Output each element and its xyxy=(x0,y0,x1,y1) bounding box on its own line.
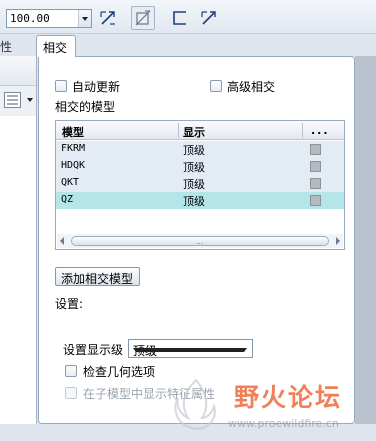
cell-model: QKT xyxy=(61,177,80,188)
cell-model: HDQK xyxy=(61,160,86,171)
color-swatch-icon[interactable] xyxy=(310,161,321,172)
scroll-right-icon[interactable] xyxy=(336,237,340,245)
column-header-display[interactable]: 显示 xyxy=(183,124,205,140)
column-header-more[interactable]: ... xyxy=(311,124,330,137)
table-row-selected[interactable]: QZ 顶级 xyxy=(56,192,344,209)
list-view-icon[interactable] xyxy=(4,92,24,111)
check-geometry-checkbox[interactable] xyxy=(65,365,77,377)
cell-model: FKRM xyxy=(61,143,86,154)
toolbar: 100.00 xyxy=(0,0,376,34)
show-in-submodel-checkbox[interactable] xyxy=(65,387,77,399)
column-header-model[interactable]: 模型 xyxy=(62,124,84,140)
tab-intersect[interactable]: 相交 xyxy=(36,35,76,57)
zoom-value-combobox[interactable]: 100.00 xyxy=(6,9,92,28)
table-row[interactable]: HDQK 顶级 xyxy=(56,158,344,175)
intersect-panel: 自动更新 高级相交 相交的模型 模型 显示 ... FKRM 顶级 HDQK 顶… xyxy=(38,56,355,424)
tab-intersect-label: 相交 xyxy=(43,41,68,55)
left-panel xyxy=(0,56,37,441)
corner-bracket-icon[interactable] xyxy=(170,8,190,28)
left-panel-toolbar xyxy=(0,56,36,86)
chevron-down-icon[interactable] xyxy=(27,98,33,102)
auto-update-checkbox[interactable] xyxy=(55,80,67,92)
scale-dimension-icon[interactable] xyxy=(98,8,118,28)
display-level-dropdown[interactable]: 顶级 xyxy=(128,339,253,358)
column-divider xyxy=(178,123,179,138)
cell-display[interactable]: 顶级 xyxy=(183,193,205,209)
cell-display[interactable]: 顶级 xyxy=(183,142,205,158)
scrollbar-grip: … xyxy=(196,238,204,246)
color-swatch-icon[interactable] xyxy=(310,195,321,206)
tab-properties[interactable]: 属性 xyxy=(0,34,34,56)
intersected-models-table: 模型 显示 ... FKRM 顶级 HDQK 顶级 QKT 顶级 QZ 顶级 … xyxy=(55,120,345,250)
zoom-value: 100.00 xyxy=(10,12,50,25)
add-intersected-model-button[interactable]: 添加相交模型 xyxy=(55,267,140,286)
left-panel-content xyxy=(0,116,36,436)
bottom-strip xyxy=(0,424,376,441)
cell-model: QZ xyxy=(61,194,74,205)
column-divider xyxy=(302,123,303,138)
scale-dimension-icon[interactable] xyxy=(199,8,219,28)
settings-label: 设置: xyxy=(55,297,84,311)
add-intersected-model-label: 添加相交模型 xyxy=(61,272,134,286)
scroll-left-icon[interactable] xyxy=(60,237,64,245)
display-level-label: 设置显示级 xyxy=(63,343,124,357)
cell-display[interactable]: 顶级 xyxy=(183,176,205,192)
table-header: 模型 显示 ... xyxy=(56,121,344,140)
tab-properties-label: 属性 xyxy=(0,40,13,54)
table-row[interactable]: FKRM 顶级 xyxy=(56,141,344,158)
chevron-down-icon[interactable] xyxy=(133,348,247,352)
color-swatch-icon[interactable] xyxy=(310,144,321,155)
check-geometry-label: 检查几何选项 xyxy=(83,365,156,379)
show-in-submodel-label: 在子模型中显示特征属性 xyxy=(83,387,216,401)
cell-display[interactable]: 顶级 xyxy=(183,159,205,175)
scrollbar-thumb[interactable]: … xyxy=(71,236,329,246)
color-swatch-icon[interactable] xyxy=(310,178,321,189)
table-row[interactable]: QKT 顶级 xyxy=(56,175,344,192)
intersected-models-label: 相交的模型 xyxy=(55,100,116,114)
horizontal-scrollbar[interactable]: … xyxy=(57,234,343,248)
graphics-area xyxy=(355,56,376,441)
advanced-intersect-label: 高级相交 xyxy=(227,80,276,94)
reference-plane-icon[interactable] xyxy=(131,6,155,30)
advanced-intersect-checkbox[interactable] xyxy=(210,80,222,92)
auto-update-label: 自动更新 xyxy=(72,80,121,94)
chevron-down-icon[interactable] xyxy=(78,10,91,27)
